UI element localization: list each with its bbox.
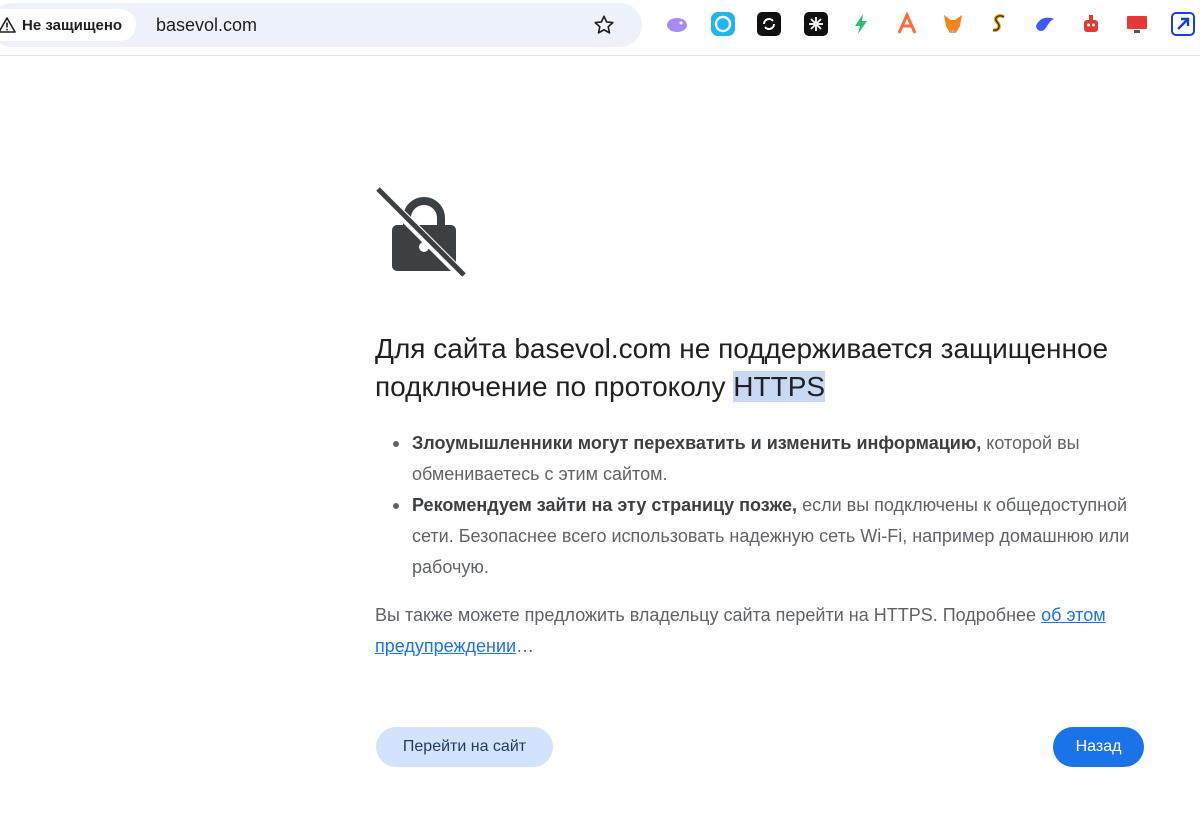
list-item-bold: Злоумышленники могут перехватить и измен… <box>412 433 982 453</box>
warning-icon <box>0 17 16 33</box>
extra-info-tail: … <box>516 636 535 656</box>
back-button[interactable]: Назад <box>1053 727 1144 767</box>
list-item-bold: Рекомендуем зайти на эту страницу позже, <box>412 495 798 515</box>
proceed-button[interactable]: Перейти на сайт <box>376 727 553 767</box>
page-title-highlight: HTTPS <box>733 371 826 402</box>
url-text[interactable]: basevol.com <box>156 15 257 36</box>
security-chip[interactable]: Не защищено <box>0 9 137 41</box>
metamask-fox-icon[interactable] <box>941 12 965 36</box>
black-refresh-icon[interactable] <box>757 12 781 36</box>
security-chip-label: Не защищено <box>22 16 123 34</box>
red-robot-icon[interactable] <box>1079 12 1103 36</box>
extra-info: Вы также можете предложить владельцу сай… <box>375 600 1145 662</box>
orange-a-icon[interactable] <box>895 12 919 36</box>
purple-whale-icon[interactable] <box>665 12 689 36</box>
black-snowflake-icon[interactable] <box>804 12 828 36</box>
extra-info-text: Вы также можете предложить владельцу сай… <box>375 605 1042 625</box>
red-monitor-icon[interactable] <box>1125 12 1149 36</box>
star-icon[interactable] <box>590 11 618 39</box>
cyan-circle-icon[interactable] <box>711 12 735 36</box>
striped-s-icon[interactable] <box>987 12 1011 36</box>
blue-bird-icon[interactable] <box>1033 12 1057 36</box>
warning-list: Злоумышленники могут перехватить и измен… <box>378 428 1138 583</box>
blue-arrow-icon[interactable] <box>1171 12 1195 36</box>
browser-toolbar: Не защищено basevol.com <box>0 0 1200 56</box>
page-title: Для сайта basevol.com не поддерживается … <box>375 330 1135 406</box>
list-item: Злоумышленники могут перехватить и измен… <box>378 428 1138 490</box>
crossed-lock-icon <box>374 185 470 286</box>
address-bar[interactable]: Не защищено basevol.com <box>0 3 642 47</box>
green-bolt-icon[interactable] <box>849 12 873 36</box>
list-item: Рекомендуем зайти на эту страницу позже,… <box>378 490 1138 583</box>
